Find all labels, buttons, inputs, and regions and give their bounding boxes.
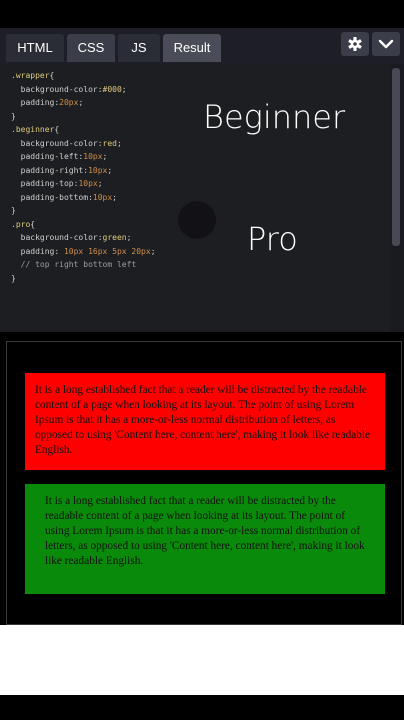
- code-token: }: [11, 111, 16, 121]
- code-line: padding-right:10px;: [0, 164, 390, 178]
- bottom-black-bar: [0, 695, 404, 720]
- blank-area: [0, 625, 404, 695]
- tab-html[interactable]: HTML: [6, 34, 64, 62]
- code-token: {: [30, 219, 36, 229]
- code-token: 10px 16px 5px 20px: [63, 246, 151, 256]
- result-preview-panel: It is a long established fact that a rea…: [6, 341, 402, 625]
- tab-result[interactable]: Result: [163, 34, 221, 62]
- tab-js[interactable]: JS: [118, 34, 160, 62]
- code-token: padding:: [11, 98, 60, 107]
- chevron-down-icon: [378, 39, 394, 49]
- code-token: padding-left:: [11, 152, 84, 161]
- code-token: ;: [116, 138, 122, 148]
- code-token: {: [54, 125, 60, 134]
- code-token: padding-top:: [11, 179, 79, 188]
- code-token: padding-right:: [11, 165, 89, 175]
- code-token: padding-bottom:: [11, 192, 93, 202]
- code-line: .wrapper{: [0, 69, 390, 83]
- code-token: background-color:: [11, 233, 103, 242]
- code-token: padding:: [11, 246, 64, 256]
- code-token: background-color:: [11, 84, 103, 94]
- code-token: ;: [102, 152, 108, 161]
- code-token: green: [102, 233, 127, 242]
- code-token: ;: [107, 165, 113, 175]
- code-line: padding-top:10px;: [0, 177, 390, 191]
- beginner-box: It is a long established fact that a rea…: [25, 373, 385, 470]
- code-token: ;: [150, 246, 156, 256]
- gear-icon: [348, 37, 362, 51]
- code-token: 10px: [78, 179, 98, 188]
- collapse-button[interactable]: [372, 32, 400, 56]
- code-token: }: [11, 206, 16, 215]
- code-line: padding: 10px 16px 5px 20px;: [0, 245, 390, 259]
- tab-css[interactable]: CSS: [67, 34, 115, 62]
- code-token: // top right bottom left: [11, 260, 137, 269]
- code-token: }: [11, 273, 16, 283]
- editor-tabbar: HTML CSS JS Result: [0, 28, 404, 64]
- top-black-bar: [0, 0, 404, 28]
- beginner-overlay-label: Beginner: [203, 98, 346, 136]
- code-line: }: [0, 272, 390, 286]
- code-token: {: [49, 71, 55, 80]
- code-token: .wrapper: [11, 71, 50, 80]
- code-line: background-color:red;: [0, 137, 390, 151]
- code-token: #000: [102, 84, 122, 94]
- code-line: padding-left:10px;: [0, 150, 390, 164]
- code-token: 10px: [88, 165, 108, 175]
- code-token: .beginner: [11, 125, 55, 134]
- code-token: ;: [121, 84, 127, 94]
- code-editor-panel: HTML CSS JS Result .wrapper{ background-…: [0, 28, 404, 332]
- code-token: red: [102, 138, 117, 148]
- code-token: 20px: [59, 98, 79, 107]
- pro-box: It is a long established fact that a rea…: [25, 484, 385, 594]
- code-scrollbar-thumb[interactable]: [392, 68, 400, 246]
- code-line: // top right bottom left: [0, 258, 390, 272]
- touch-indicator: [178, 201, 216, 239]
- code-token: background-color:: [11, 138, 103, 148]
- code-line: background-color:#000;: [0, 83, 390, 97]
- code-token: 10px: [92, 192, 113, 202]
- code-token: ;: [126, 233, 132, 242]
- code-token: ;: [112, 192, 117, 202]
- pro-overlay-label: Pro: [247, 220, 298, 258]
- settings-button[interactable]: [341, 32, 369, 56]
- code-token: ;: [78, 98, 84, 107]
- code-token: ;: [97, 179, 103, 188]
- code-token: .pro: [11, 219, 31, 229]
- code-token: 10px: [83, 152, 103, 161]
